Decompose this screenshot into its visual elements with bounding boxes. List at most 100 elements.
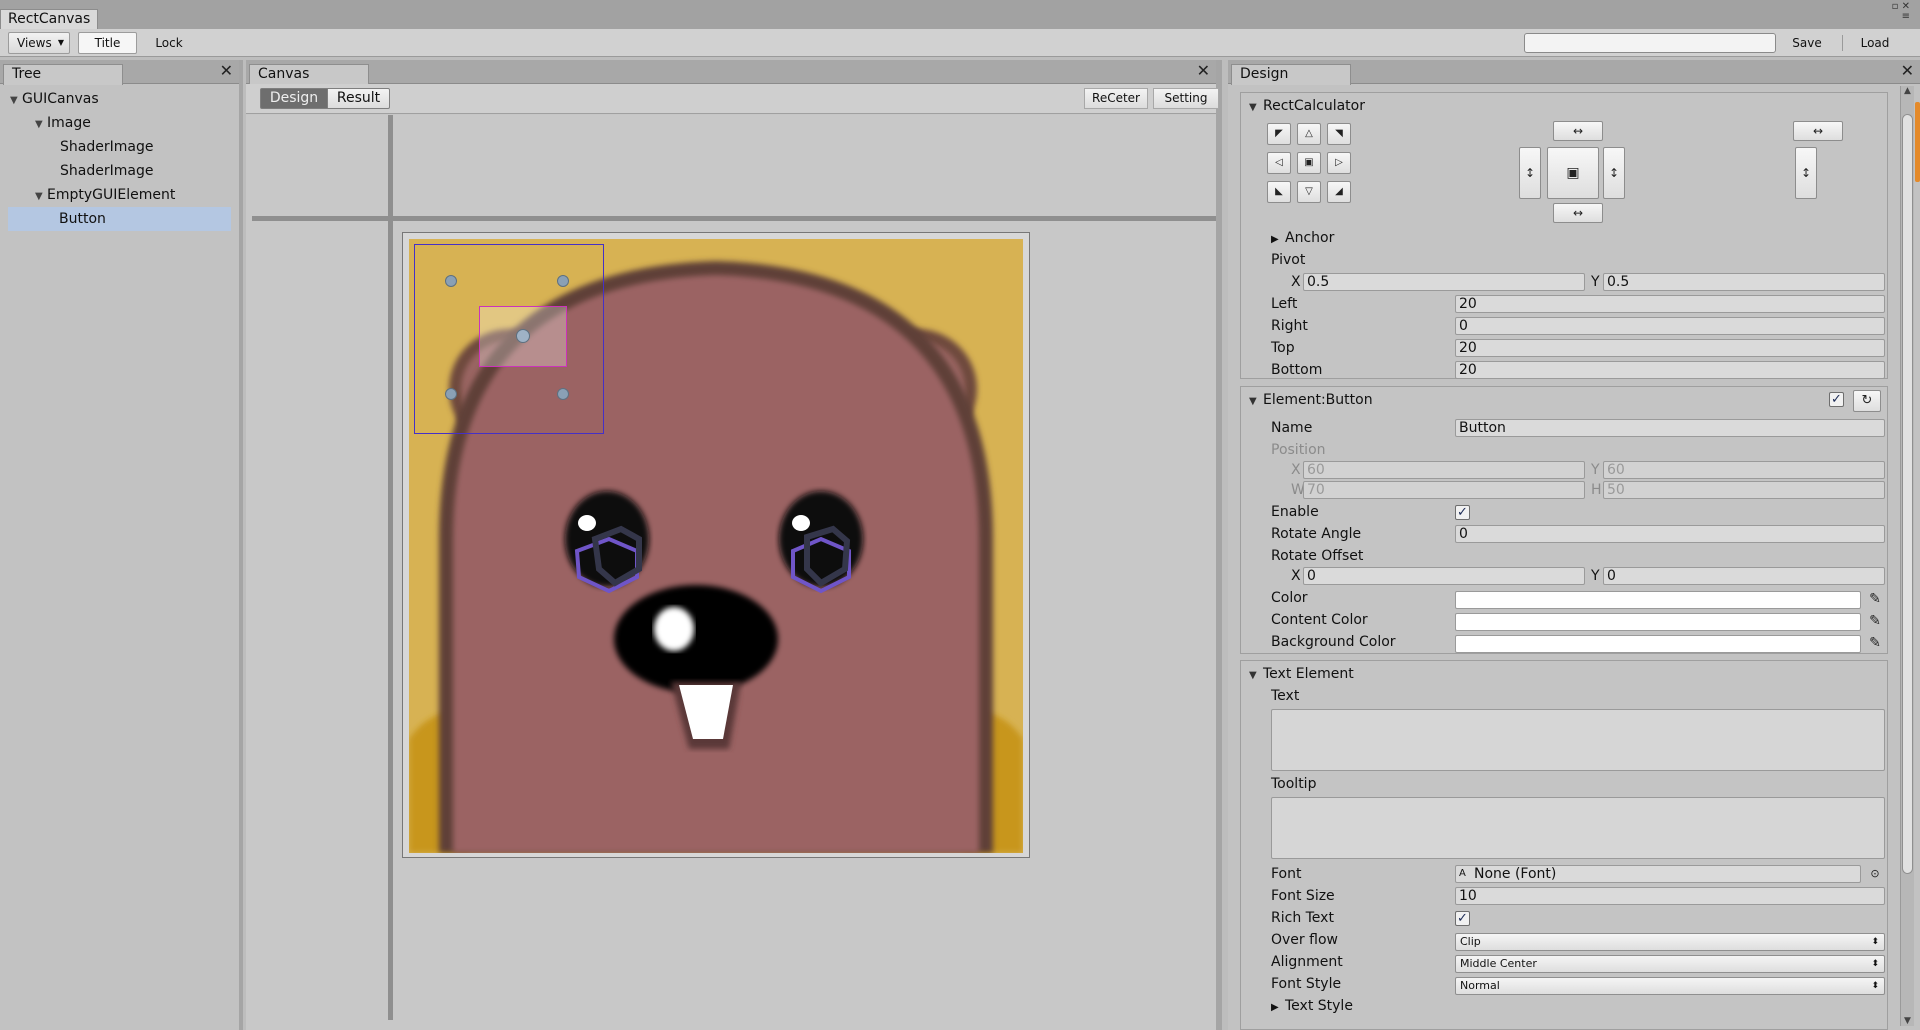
left-field[interactable]: 20 (1455, 295, 1885, 313)
stretch-top-button[interactable]: ↔ (1553, 121, 1603, 141)
menu-icon[interactable]: ≡ (1892, 12, 1910, 22)
tree-item-image[interactable]: ▼ Image (8, 111, 231, 135)
bottom-field[interactable]: 20 (1455, 361, 1885, 379)
tab-design-panel[interactable]: Design (1231, 64, 1351, 85)
alignment-dropdown[interactable]: Middle Center ⬍ (1455, 955, 1885, 973)
anchor-handle-bottom-right[interactable] (557, 388, 569, 400)
selected-button-rect[interactable] (479, 306, 567, 367)
close-icon[interactable]: ✕ (220, 63, 233, 79)
eyedropper-icon[interactable]: ✎ (1867, 590, 1883, 608)
anchor-bottom-right-button[interactable]: ◢ (1327, 181, 1351, 203)
anchor-foldout[interactable]: ▶ Anchor (1271, 229, 1334, 249)
anchor-middle-center-button[interactable]: ▣ (1297, 152, 1321, 174)
window-tab[interactable]: RectCanvas (0, 9, 99, 29)
collapse-triangle-icon[interactable]: ▼ (1249, 99, 1263, 117)
font-style-dropdown[interactable]: Normal ⬍ (1455, 977, 1885, 995)
setting-button[interactable]: Setting (1153, 88, 1219, 109)
refresh-icon[interactable]: ↻ (1853, 390, 1881, 412)
eyedropper-icon[interactable]: ✎ (1867, 612, 1883, 630)
tree-item-shaderimage[interactable]: ShaderImage (8, 135, 231, 159)
expand-triangle-icon[interactable]: ▼ (10, 89, 22, 113)
rotate-offset-y-field[interactable]: 0 (1603, 567, 1885, 585)
expand-triangle-icon[interactable]: ▶ (1271, 999, 1285, 1017)
rich-text-checkbox[interactable]: ✓ (1455, 911, 1470, 926)
anchor-top-left-button[interactable]: ◤ (1267, 123, 1291, 145)
top-field[interactable]: 20 (1455, 339, 1885, 357)
window-controls[interactable]: ▫ ✕ ≡ (1892, 2, 1910, 22)
tab-result[interactable]: Result (327, 88, 390, 109)
background-color-swatch[interactable] (1455, 635, 1861, 653)
anchor-middle-left-button[interactable]: ◁ (1267, 152, 1291, 174)
text-style-foldout[interactable]: ▶ Text Style (1271, 997, 1353, 1017)
stretch-center-button[interactable]: ▣ (1547, 147, 1599, 199)
inspector: ▼ RectCalculator ◤ △ ◥ ◁ ▣ ▷ ◣ ▽ ◢ ↔ ↕ ▣ … (1240, 90, 1888, 1030)
close-icon[interactable]: ✕ (1197, 63, 1210, 79)
tree-panel-header: Tree ✕ (0, 60, 239, 85)
save-button[interactable]: Save (1784, 32, 1830, 54)
anchor-middle-right-button[interactable]: ▷ (1327, 152, 1351, 174)
lock-button[interactable]: Lock (138, 32, 200, 54)
rotate-offset-x-field[interactable]: 0 (1303, 567, 1585, 585)
rect-calculator-header[interactable]: ▼ RectCalculator (1249, 97, 1365, 117)
element-header[interactable]: ▼ Element:Button (1249, 391, 1373, 411)
alignment-value: Middle Center (1460, 957, 1537, 970)
anchor-bottom-left-button[interactable]: ◣ (1267, 181, 1291, 203)
anchor-handle-top-left[interactable] (445, 275, 457, 287)
expand-triangle-icon[interactable]: ▶ (1271, 231, 1285, 249)
title-button[interactable]: Title (78, 32, 137, 54)
eyedropper-icon[interactable]: ✎ (1867, 634, 1883, 652)
content-color-swatch[interactable] (1455, 613, 1861, 631)
expand-triangle-icon[interactable]: ▼ (35, 113, 47, 137)
canvas-viewport[interactable] (246, 115, 1216, 1030)
design-panel-header: Design ✕ (1228, 60, 1920, 85)
anchor-handle-bottom-left[interactable] (445, 388, 457, 400)
collapse-triangle-icon[interactable]: ▼ (1249, 667, 1263, 685)
font-object-field[interactable]: A None (Font) (1455, 865, 1861, 883)
rotate-angle-field[interactable]: 0 (1455, 525, 1885, 543)
right-field[interactable]: 0 (1455, 317, 1885, 335)
stretch-horizontal-button[interactable]: ↔ (1793, 121, 1843, 141)
design-scrollbar[interactable]: ▲ ▼ (1900, 86, 1914, 1026)
tree-item-button[interactable]: Button (8, 207, 231, 231)
close-icon[interactable]: ✕ (1901, 63, 1914, 79)
tab-canvas[interactable]: Canvas (249, 64, 369, 85)
element-enabled-checkbox[interactable]: ✓ (1829, 392, 1844, 407)
anchor-top-center-button[interactable]: △ (1297, 123, 1321, 145)
text-area[interactable] (1271, 709, 1885, 771)
vertical-guide[interactable] (388, 115, 393, 1020)
font-size-field[interactable]: 10 (1455, 887, 1885, 905)
tree-item-emptyguielement[interactable]: ▼ EmptyGUIElement (8, 183, 231, 207)
tree-item-shaderimage[interactable]: ShaderImage (8, 159, 231, 183)
expand-triangle-icon[interactable]: ▼ (35, 185, 47, 209)
enable-checkbox[interactable]: ✓ (1455, 505, 1470, 520)
stretch-left-button[interactable]: ↕ (1519, 147, 1541, 199)
horizontal-guide[interactable] (252, 216, 1216, 221)
recenter-button[interactable]: ReCeter (1084, 88, 1148, 109)
load-button[interactable]: Load (1848, 32, 1902, 54)
stretch-vertical-button[interactable]: ↕ (1795, 147, 1817, 199)
tab-design[interactable]: Design (260, 88, 328, 109)
anchor-top-right-button[interactable]: ◥ (1327, 123, 1351, 145)
stretch-bottom-button[interactable]: ↔ (1553, 203, 1603, 223)
name-field[interactable]: Button (1455, 419, 1885, 437)
text-element-header[interactable]: ▼ Text Element (1249, 665, 1354, 685)
search-input[interactable] (1524, 33, 1776, 53)
scroll-down-icon[interactable]: ▼ (1901, 1016, 1914, 1026)
collapse-triangle-icon[interactable]: ▼ (1249, 393, 1263, 411)
scrollbar-thumb[interactable] (1902, 114, 1913, 874)
color-swatch[interactable] (1455, 591, 1861, 609)
object-picker-icon[interactable]: ⊙ (1867, 865, 1883, 883)
anchor-bottom-center-button[interactable]: ▽ (1297, 181, 1321, 203)
position-x-field: 60 (1303, 461, 1585, 479)
overflow-dropdown[interactable]: Clip ⬍ (1455, 933, 1885, 951)
tooltip-area[interactable] (1271, 797, 1885, 859)
pivot-handle[interactable] (516, 329, 530, 343)
scroll-up-icon[interactable]: ▲ (1901, 86, 1914, 96)
views-dropdown[interactable]: Views ▼ (8, 32, 70, 54)
pivot-x-field[interactable]: 0.5 (1303, 273, 1585, 291)
pivot-y-field[interactable]: 0.5 (1603, 273, 1885, 291)
tree-item-guicanvas[interactable]: ▼ GUICanvas (8, 87, 231, 111)
tab-tree[interactable]: Tree (3, 64, 123, 85)
anchor-handle-top-right[interactable] (557, 275, 569, 287)
stretch-right-button[interactable]: ↕ (1603, 147, 1625, 199)
